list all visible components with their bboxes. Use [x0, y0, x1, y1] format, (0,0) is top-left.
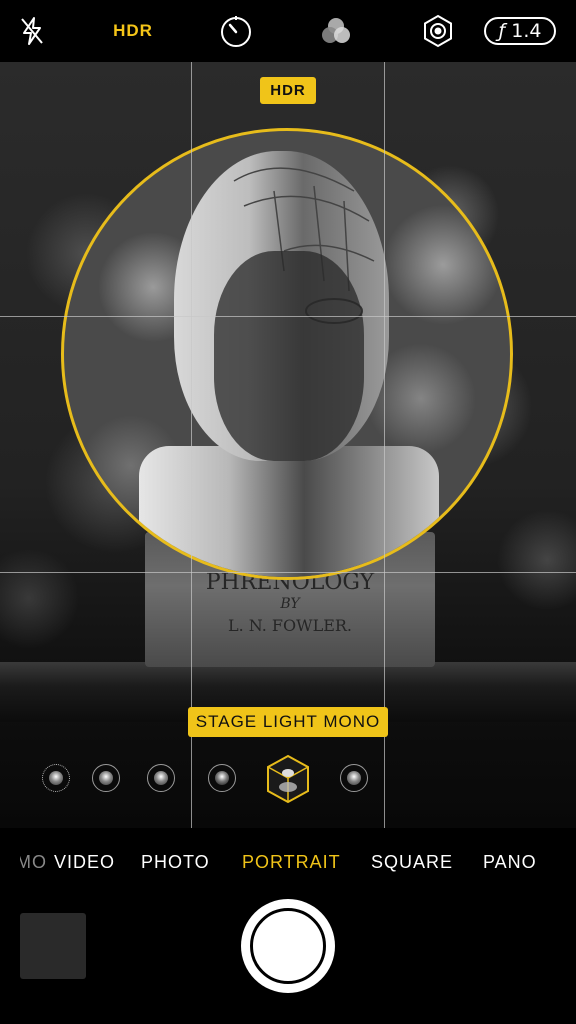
grid-line-horizontal-2 — [0, 572, 576, 573]
hdr-toggle[interactable]: HDR — [108, 10, 158, 52]
base-text-line2: BY — [280, 596, 300, 612]
contour-light-icon — [154, 771, 168, 785]
live-photo-icon[interactable] — [418, 10, 458, 52]
stage-light-mono-cube-icon — [267, 754, 309, 804]
bottom-controls — [0, 898, 576, 1024]
high-key-light-mono-option[interactable] — [340, 764, 368, 792]
aperture-button[interactable]: ƒ 1.4 — [484, 17, 556, 45]
studio-light-option[interactable] — [92, 764, 120, 792]
timer-icon[interactable] — [216, 10, 256, 52]
bust-shoulders — [139, 446, 439, 577]
camera-app: HDR ƒ 1.4 PHRENOLOGY BY L. N. FOWLER. HD… — [0, 0, 576, 1024]
last-photo-thumbnail[interactable] — [20, 913, 86, 979]
bust-face-shadow — [214, 251, 364, 461]
natural-light-icon — [49, 771, 63, 785]
stage-light-icon — [215, 771, 229, 785]
studio-light-icon — [99, 771, 113, 785]
base-text-line3: L. N. FOWLER. — [227, 616, 353, 635]
shutter-inner-ring — [250, 908, 326, 984]
stage-light-mono-option[interactable] — [264, 753, 312, 805]
mode-photo[interactable]: PHOTO — [141, 852, 210, 873]
mode-portrait[interactable]: PORTRAIT — [242, 852, 341, 873]
mode-selector[interactable]: MO VIDEO PHOTO PORTRAIT SQUARE PANO — [0, 828, 576, 898]
filters-icon[interactable] — [316, 10, 356, 52]
grid-line-horizontal-1 — [0, 316, 576, 317]
contour-light-option[interactable] — [147, 764, 175, 792]
aperture-symbol: ƒ — [498, 20, 506, 42]
shutter-button[interactable] — [241, 899, 335, 993]
stage-light-spot — [61, 128, 513, 580]
lighting-effect-label: STAGE LIGHT MONO — [188, 707, 388, 737]
viewfinder[interactable]: PHRENOLOGY BY L. N. FOWLER. HDR STAGE LI… — [0, 62, 576, 828]
flash-off-icon[interactable] — [12, 10, 52, 52]
high-key-light-mono-icon — [347, 771, 361, 785]
top-toolbar: HDR ƒ 1.4 — [0, 0, 576, 62]
mode-pano[interactable]: PANO — [483, 852, 537, 873]
stage-light-option[interactable] — [208, 764, 236, 792]
mode-slow-mo[interactable]: MO — [20, 852, 47, 873]
natural-light-option[interactable] — [42, 764, 70, 792]
aperture-value: 1.4 — [511, 20, 542, 42]
hdr-badge: HDR — [260, 77, 316, 104]
mode-square[interactable]: SQUARE — [371, 852, 453, 873]
mode-video[interactable]: VIDEO — [54, 852, 115, 873]
lighting-dial[interactable] — [0, 748, 576, 808]
